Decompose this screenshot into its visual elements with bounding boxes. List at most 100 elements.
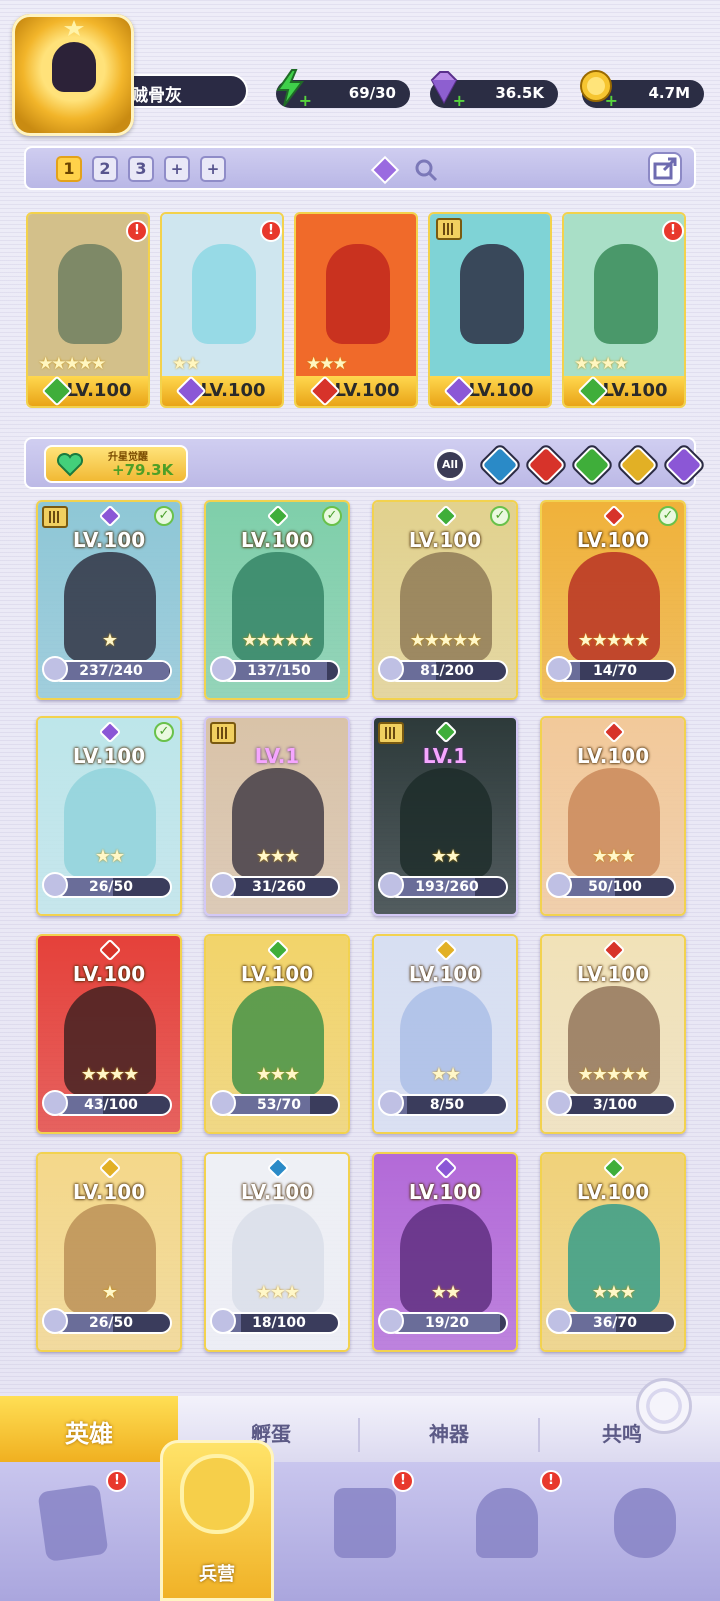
filter-light-icon[interactable] (618, 445, 658, 485)
hero-figure (326, 244, 390, 344)
search-icon[interactable] (414, 158, 438, 182)
alert-badge: ! (662, 220, 684, 242)
filter-nature-icon[interactable] (572, 445, 612, 485)
hero-card[interactable]: LV.100 ★★★ 36/70 (540, 1152, 686, 1352)
shard-count: 26/50 (88, 1315, 134, 1331)
shard-progress-bar: 36/70 (554, 1312, 676, 1334)
share-icon (653, 157, 677, 180)
hero-card[interactable]: LV.100 ★★★★★ 3/100 (540, 934, 686, 1134)
nav-book-button[interactable]: ! (318, 1470, 414, 1580)
hero-level: LV.100 (408, 528, 482, 552)
gem-counter[interactable]: + 36.5K (430, 71, 558, 109)
team-hero-card[interactable]: ★★ LV.100 ! (160, 212, 284, 408)
tab-divider (358, 1418, 360, 1452)
shard-count: 53/70 (256, 1097, 302, 1113)
hero-card[interactable]: LV.100 ★★★★★ 14/70 ✓ (540, 500, 686, 700)
check-icon: ✓ (658, 506, 678, 526)
team-tab-2[interactable]: 2 (92, 156, 118, 182)
gem-value: 36.5K (495, 84, 544, 102)
hero-figure (58, 244, 122, 344)
share-button[interactable] (648, 152, 682, 186)
shard-icon (378, 1308, 404, 1334)
hero-filter-bar: 升星觉醒 +79.3K All (24, 437, 704, 489)
player-avatar[interactable] (12, 14, 134, 136)
hero-card[interactable]: LV.100 ★★ 26/50 ✓ (36, 716, 182, 916)
shard-progress-bar: 26/50 (50, 876, 172, 898)
alert-badge: ! (106, 1470, 128, 1492)
nav-shop-button[interactable]: ! (460, 1470, 562, 1580)
hero-stars: ★★★ (255, 846, 300, 867)
nav-barracks-button[interactable]: 兵营 (160, 1440, 274, 1601)
team-tab-add-2[interactable]: + (200, 156, 226, 182)
hero-card[interactable]: LV.100 ★★★★★ 81/200 ✓ (372, 500, 518, 700)
element-filter-icon[interactable] (370, 155, 400, 185)
hero-stars: ★★ (430, 846, 461, 867)
hero-level: LV.100 (576, 1180, 650, 1204)
shard-progress-bar: 237/240 (50, 660, 172, 682)
team-hero-card[interactable]: ★★★ LV.100 (294, 212, 418, 408)
hero-card[interactable]: LV.1 ★★★ 31/260 (204, 716, 350, 916)
hero-stars: ★★ (430, 1282, 461, 1303)
check-icon: ✓ (154, 506, 174, 526)
filter-dark-icon[interactable] (664, 445, 704, 485)
gold-counter[interactable]: + 4.7M (580, 70, 704, 109)
book-icon (334, 1488, 396, 1558)
shard-icon (42, 872, 68, 898)
history-icon[interactable] (636, 1378, 692, 1434)
team-hero-card[interactable]: LV.100 (428, 212, 552, 408)
team-hero-card[interactable]: ★★★★★ LV.100 ! (26, 212, 150, 408)
shard-icon (210, 872, 236, 898)
hero-level: LV.100 (576, 528, 650, 552)
hero-level: LV.100 (576, 962, 650, 986)
hero-card[interactable]: LV.100 ★★ 8/50 (372, 934, 518, 1134)
hero-card[interactable]: LV.100 ★★ 19/20 (372, 1152, 518, 1352)
shop-icon (476, 1488, 538, 1558)
hero-card[interactable]: LV.100 ★ 26/50 (36, 1152, 182, 1352)
shard-icon (210, 656, 236, 682)
shard-progress-bar: 19/20 (386, 1312, 508, 1334)
hero-card[interactable]: LV.100 ★★★★ 43/100 (36, 934, 182, 1134)
hero-stars: ★★★★ (574, 354, 629, 374)
hero-stars: ★ (101, 630, 118, 651)
energy-counter[interactable]: + 69/30 (276, 69, 410, 110)
shard-count: 31/260 (252, 879, 306, 895)
add-energy-icon: + (298, 91, 312, 110)
guild-icon (614, 1488, 676, 1558)
hero-level: LV.100 (72, 962, 146, 986)
shard-count: 8/50 (429, 1097, 465, 1113)
shard-progress-bar: 26/50 (50, 1312, 172, 1334)
team-hero-card[interactable]: ★★★★ LV.100 ! (562, 212, 686, 408)
rank-badge-icon (210, 722, 236, 744)
filter-water-icon[interactable] (480, 445, 520, 485)
hero-card[interactable]: LV.100 ★★★ 18/100 (204, 1152, 350, 1352)
shard-icon (42, 656, 68, 682)
tab-heroes[interactable]: 英雄 (0, 1396, 178, 1462)
hero-card[interactable]: LV.100 ★ 237/240 ✓ (36, 500, 182, 700)
team-tab-add-1[interactable]: + (164, 156, 190, 182)
filter-fire-icon[interactable] (526, 445, 566, 485)
shard-count: 43/100 (84, 1097, 138, 1113)
tab-artifacts[interactable]: 神器 (362, 1418, 536, 1454)
hero-card[interactable]: LV.1 ★★ 193/260 (372, 716, 518, 916)
shard-progress-bar: 50/100 (554, 876, 676, 898)
shard-icon (210, 1308, 236, 1334)
hero-stars: ★★★ (255, 1064, 300, 1085)
team-tab-1[interactable]: 1 (56, 156, 82, 182)
bottom-navigation: ! ! ! (0, 1462, 720, 1601)
shard-count: 137/150 (247, 663, 311, 679)
check-icon: ✓ (154, 722, 174, 742)
awakening-bonus-button[interactable]: 升星觉醒 +79.3K (44, 445, 188, 483)
shard-icon (210, 1090, 236, 1116)
nav-cards-button[interactable]: ! (26, 1470, 128, 1580)
hero-stars: ★★ (430, 1064, 461, 1085)
shard-count: 50/100 (588, 879, 642, 895)
hero-card[interactable]: LV.100 ★★★★★ 137/150 ✓ (204, 500, 350, 700)
shard-count: 14/70 (592, 663, 638, 679)
filter-all-button[interactable]: All (434, 449, 466, 481)
hero-stars: ★★★★★ (38, 354, 106, 374)
hero-card[interactable]: LV.100 ★★★ 53/70 (204, 934, 350, 1134)
nav-guild-button[interactable] (598, 1480, 688, 1580)
team-tab-3[interactable]: 3 (128, 156, 154, 182)
shard-count: 81/200 (420, 663, 474, 679)
hero-card[interactable]: LV.100 ★★★ 50/100 (540, 716, 686, 916)
